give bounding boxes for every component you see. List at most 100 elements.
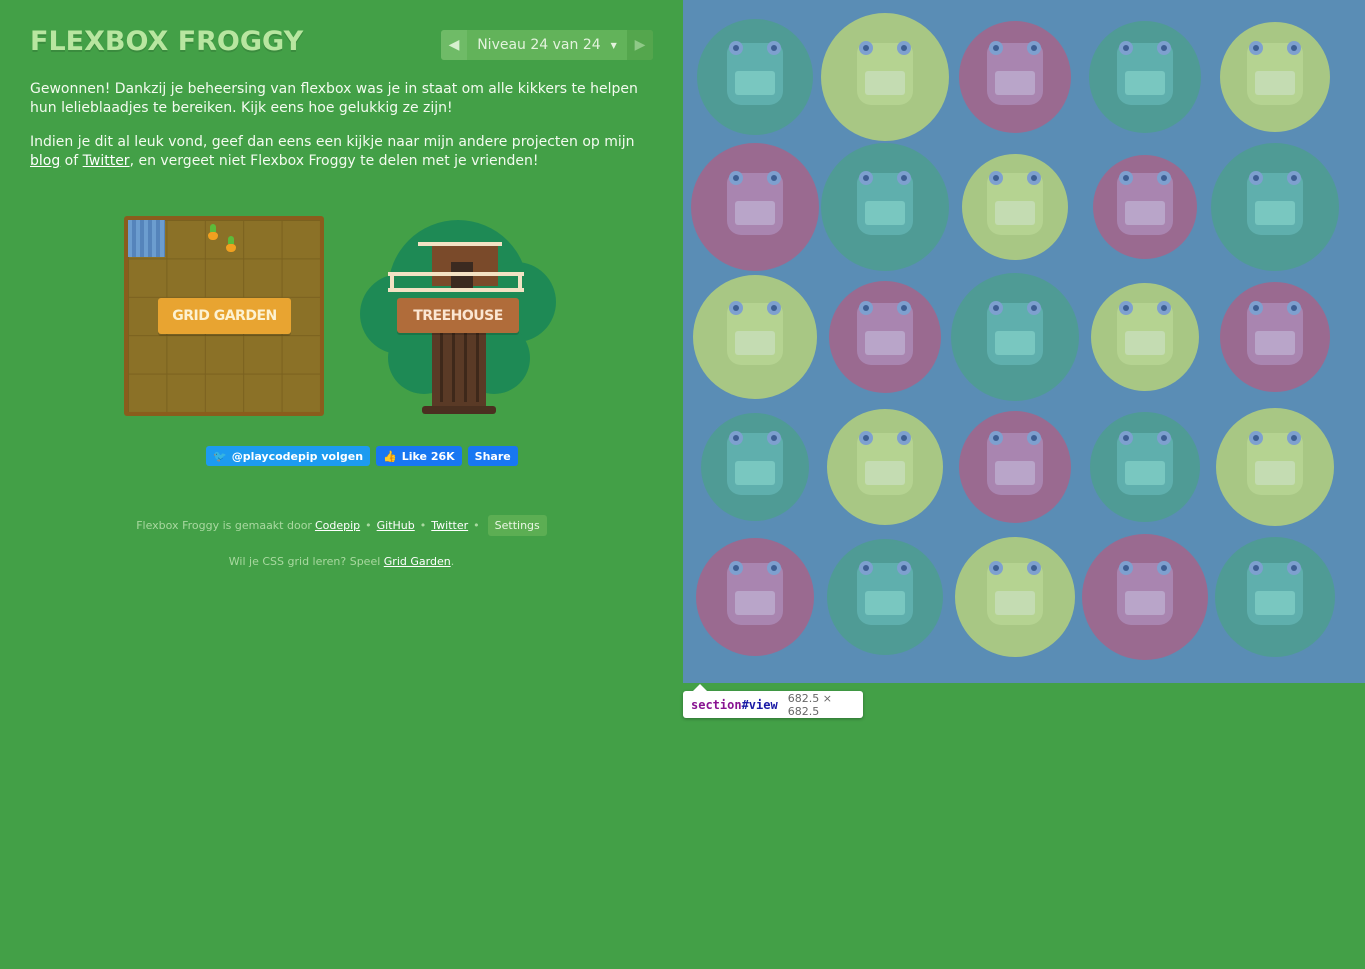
settings-button[interactable]: Settings <box>487 515 547 536</box>
frog-eye <box>767 171 781 185</box>
frog-eye <box>729 561 743 575</box>
frog-eye <box>1157 171 1171 185</box>
promo-text: Wil je CSS grid leren? Speel <box>228 555 384 568</box>
grid-garden-link[interactable]: Grid Garden <box>384 555 451 568</box>
frog-belly <box>735 331 775 355</box>
level-indicator[interactable]: Niveau 24 van 24 ▼ <box>467 30 627 60</box>
frog-belly <box>1125 591 1165 615</box>
frog-eye <box>1157 431 1171 445</box>
frog-eye <box>767 301 781 315</box>
thumbs-up-icon: 👍 <box>383 449 397 463</box>
share-text-end: , en vergeet niet Flexbox Froggy te dele… <box>129 153 539 169</box>
github-link[interactable]: GitHub <box>377 519 415 532</box>
frog-eye <box>1287 41 1301 55</box>
twitter-follow-label: @playcodepip volgen <box>231 449 364 463</box>
treehouse-card[interactable]: TREEHOUSE <box>360 218 556 418</box>
frog-eye <box>1027 431 1041 445</box>
frog-green <box>857 431 913 495</box>
frog-eye <box>859 41 873 55</box>
frog-green <box>1247 41 1303 105</box>
frog-eye <box>859 431 873 445</box>
frog-belly <box>865 591 905 615</box>
frog-eye <box>1249 561 1263 575</box>
grid-garden-promo: Wil je CSS grid leren? Speel Grid Garden… <box>0 555 683 568</box>
separator: • <box>473 519 480 532</box>
frog-belly <box>1125 331 1165 355</box>
grid-garden-card[interactable]: GRID GARDEN <box>124 216 324 416</box>
frog-eye <box>897 301 911 315</box>
frog-red <box>727 171 783 235</box>
frog-belly <box>865 71 905 95</box>
grid-garden-sign: GRID GARDEN <box>158 298 291 334</box>
caret-down-icon: ▼ <box>610 40 617 50</box>
pond-board <box>683 0 1365 683</box>
frog-belly <box>735 201 775 225</box>
frog-red <box>987 41 1043 105</box>
frog-blue <box>1117 431 1173 495</box>
share-text-start: Indien je dit al leuk vond, geef dan een… <box>30 134 635 150</box>
frog-eye <box>897 561 911 575</box>
frog-eye <box>859 561 873 575</box>
frog-belly <box>995 71 1035 95</box>
promo-text-end: . <box>450 555 455 568</box>
level-navigation: ◀ Niveau 24 van 24 ▼ ▶ <box>441 30 653 60</box>
previous-level-button[interactable]: ◀ <box>441 30 467 60</box>
frog-blue <box>727 41 783 105</box>
frog-belly <box>1125 461 1165 485</box>
tooltip-size: 682.5 × 682.5 <box>787 691 832 718</box>
frog-green <box>727 301 783 365</box>
frog-green <box>987 561 1043 625</box>
frog-eye <box>1119 431 1133 445</box>
frog-eye <box>1249 431 1263 445</box>
frog-belly <box>995 331 1035 355</box>
facebook-like-label: Like 26K <box>401 449 455 463</box>
frog-belly <box>865 461 905 485</box>
facebook-share-button[interactable]: Share <box>467 446 518 466</box>
frog-eye <box>1119 171 1133 185</box>
frog-eye <box>989 41 1003 55</box>
frog-eye <box>1027 301 1041 315</box>
frog-eye <box>1249 41 1263 55</box>
next-level-button[interactable]: ▶ <box>627 30 653 60</box>
devtools-element-tooltip: section #view 682.5 × 682.5 <box>683 684 863 718</box>
frog-eye <box>729 301 743 315</box>
frog-eye <box>897 41 911 55</box>
twitter-link[interactable]: Twitter <box>83 153 130 169</box>
frog-eye <box>1027 561 1041 575</box>
footer-twitter-link[interactable]: Twitter <box>431 519 468 532</box>
frog-red <box>987 431 1043 495</box>
frog-red <box>857 301 913 365</box>
frog-eye <box>1287 301 1301 315</box>
frog-eye <box>729 171 743 185</box>
frog-belly <box>1255 591 1295 615</box>
frog-belly <box>1255 461 1295 485</box>
blog-link[interactable]: blog <box>30 153 60 169</box>
frog-eye <box>729 431 743 445</box>
frog-belly <box>735 591 775 615</box>
frog-blue <box>727 431 783 495</box>
frog-eye <box>1157 301 1171 315</box>
frog-belly <box>995 591 1035 615</box>
frog-eye <box>1119 561 1133 575</box>
frog-belly <box>735 461 775 485</box>
frog-eye <box>1287 431 1301 445</box>
codepip-link[interactable]: Codepip <box>315 519 360 532</box>
credits: Flexbox Froggy is gemaakt door Codepip •… <box>0 515 683 536</box>
page-title: FLEXBOX FROGGY <box>30 26 304 57</box>
frog-belly <box>1125 71 1165 95</box>
frog-green <box>857 41 913 105</box>
twitter-bird-icon: 🐦 <box>213 449 227 463</box>
frog-eye <box>1027 171 1041 185</box>
frog-belly <box>865 331 905 355</box>
tooltip-id: #view <box>741 697 778 712</box>
frog-belly <box>735 71 775 95</box>
frog-red <box>1117 561 1173 625</box>
separator: • <box>365 519 372 532</box>
facebook-like-button[interactable]: 👍 Like 26K <box>376 446 462 466</box>
frog-eye <box>897 431 911 445</box>
frog-green <box>1117 301 1173 365</box>
frog-eye <box>767 41 781 55</box>
carrot-icon <box>208 224 218 240</box>
frog-eye <box>1027 41 1041 55</box>
twitter-follow-button[interactable]: 🐦 @playcodepip volgen <box>206 446 371 466</box>
